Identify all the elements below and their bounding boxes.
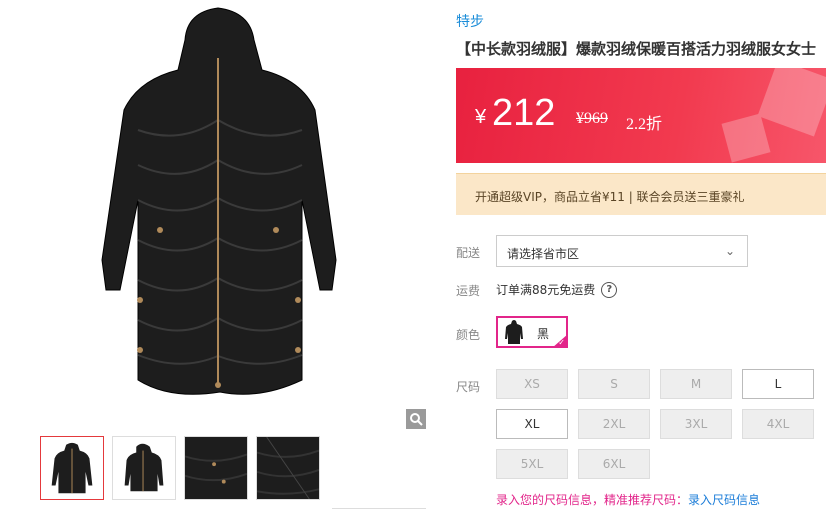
- delivery-label: 配送: [456, 246, 481, 260]
- size-option-2xl[interactable]: 2XL: [578, 409, 650, 439]
- chevron-down-icon: ⌄: [724, 244, 735, 258]
- region-select-value: 请选择省市区: [507, 247, 580, 261]
- size-option-xs[interactable]: XS: [496, 369, 568, 399]
- thumbnail-strip: [40, 436, 320, 500]
- brand-link[interactable]: 特步: [456, 11, 484, 31]
- size-option-6xl[interactable]: 6XL: [578, 449, 650, 479]
- thumbnail-1[interactable]: [40, 436, 104, 500]
- thumbnail-2[interactable]: [112, 436, 176, 500]
- size-entry-link[interactable]: 录入尺码信息: [688, 493, 760, 507]
- size-option-5xl[interactable]: 5XL: [496, 449, 568, 479]
- current-price: 212: [492, 92, 556, 134]
- size-tip-text: 录入您的尺码信息，精准推荐尺码：: [496, 493, 689, 507]
- region-select[interactable]: 请选择省市区 ⌄: [496, 235, 748, 267]
- size-option-4xl[interactable]: 4XL: [742, 409, 814, 439]
- question-icon[interactable]: ?: [601, 281, 618, 298]
- size-option-s[interactable]: S: [578, 369, 650, 399]
- shipping-text: 订单满88元免运费: [496, 283, 596, 297]
- price-currency: ¥: [475, 106, 487, 128]
- zoom-icon[interactable]: [406, 409, 426, 429]
- gallery-divider: [332, 508, 426, 509]
- shipping-info: 订单满88元免运费 ?: [496, 281, 618, 298]
- color-label: 颜色: [456, 328, 481, 342]
- size-tip: 录入您的尺码信息，精准推荐尺码：录入尺码信息: [496, 491, 760, 508]
- color-option-black[interactable]: 黑 ✓: [496, 316, 568, 348]
- price-banner: ¥ 212 ¥969 2.2折: [456, 68, 826, 163]
- decorative-pattern: [721, 68, 826, 163]
- check-icon: ✓: [558, 338, 565, 347]
- size-option-l[interactable]: L: [742, 369, 814, 399]
- color-option-label: 黑: [537, 327, 550, 341]
- discount-label: 2.2折: [626, 116, 663, 133]
- thumbnail-3[interactable]: [184, 436, 248, 500]
- original-price: ¥969: [576, 110, 608, 127]
- size-option-xl[interactable]: XL: [496, 409, 568, 439]
- product-title: 【中长款羽绒服】爆款羽绒保暖百搭活力羽绒服女女士: [456, 40, 817, 58]
- main-product-image[interactable]: [40, 0, 428, 432]
- color-swatch-image: [505, 320, 523, 344]
- size-option-3xl[interactable]: 3XL: [660, 409, 732, 439]
- vip-promo-text: 开通超级VIP，商品立省¥11 | 联合会员送三重豪礼: [475, 190, 745, 204]
- vip-promo-bar[interactable]: 开通超级VIP，商品立省¥11 | 联合会员送三重豪礼: [456, 173, 826, 215]
- shipping-label: 运费: [456, 284, 481, 298]
- size-option-m[interactable]: M: [660, 369, 732, 399]
- size-label: 尺码: [456, 380, 481, 394]
- thumbnail-4[interactable]: [256, 436, 320, 500]
